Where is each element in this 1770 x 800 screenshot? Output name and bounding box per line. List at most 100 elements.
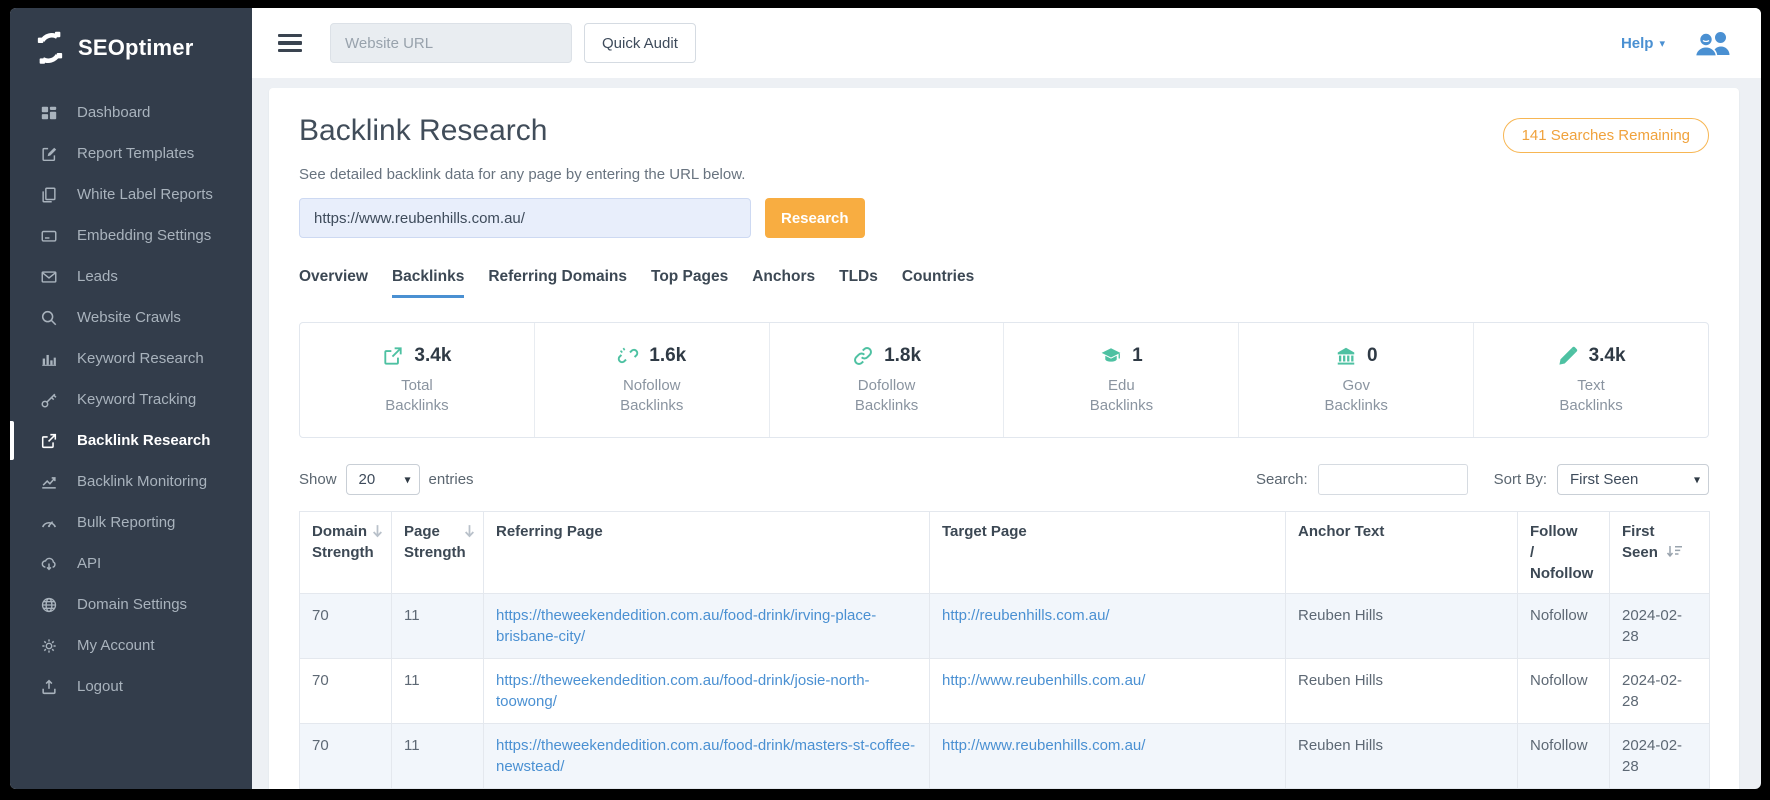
target-page-cell: http://www.reubenhills.com.au/ — [930, 724, 1286, 789]
help-menu[interactable]: Help ▾ — [1621, 35, 1665, 52]
cloud-download-icon — [40, 555, 58, 573]
sidebar-item-report-templates[interactable]: Report Templates — [10, 133, 252, 174]
column-header-domain-strength[interactable]: Domain Strength — [300, 512, 392, 594]
stat-value: 1.6k — [649, 345, 686, 367]
search-input[interactable] — [1318, 464, 1468, 495]
research-button[interactable]: Research — [765, 198, 865, 238]
table-row: 7011https://theweekendedition.com.au/foo… — [300, 594, 1710, 659]
tab-tlds[interactable]: TLDs — [839, 268, 878, 298]
sidebar-item-website-crawls[interactable]: Website Crawls — [10, 297, 252, 338]
table-row: 7011https://theweekendedition.com.au/foo… — [300, 724, 1710, 789]
sidebar-item-my-account[interactable]: My Account — [10, 625, 252, 666]
stat-label: EduBacklinks — [1090, 376, 1153, 416]
tabs: Overview Backlinks Referring Domains Top Pa… — [299, 268, 1709, 298]
sidebar-item-logout[interactable]: Logout — [10, 666, 252, 707]
domain-strength-cell: 70 — [300, 659, 392, 724]
table-controls: Show 20 entries Search: Sort By: First S — [299, 464, 1709, 495]
sidebar-item-keyword-tracking[interactable]: Keyword Tracking — [10, 379, 252, 420]
quick-audit-button[interactable]: Quick Audit — [584, 23, 696, 63]
entries-select[interactable]: 20 — [346, 464, 420, 495]
sort-down-icon[interactable] — [372, 523, 383, 536]
tab-overview[interactable]: Overview — [299, 268, 368, 298]
anchor-text-cell: Reuben Hills — [1286, 724, 1518, 789]
tab-backlinks[interactable]: Backlinks — [392, 268, 464, 298]
main-column: Quick Audit Help ▾ — [252, 8, 1761, 789]
follow-cell: Nofollow — [1518, 659, 1610, 724]
stat-value: 0 — [1367, 345, 1378, 367]
referring-page-cell: https://theweekendedition.com.au/food-dr… — [484, 594, 930, 659]
tab-top-pages[interactable]: Top Pages — [651, 268, 728, 298]
sort-select[interactable]: First Seen — [1557, 464, 1709, 495]
first-seen-cell: 2024-02-28 — [1610, 594, 1710, 659]
sortby-label: Sort By: — [1494, 471, 1547, 488]
stat-label: TextBacklinks — [1559, 376, 1622, 416]
sidebar-item-label: Keyword Research — [77, 350, 204, 367]
target-page-cell-link[interactable]: http://reubenhills.com.au/ — [942, 607, 1110, 624]
column-header-target-page[interactable]: Target Page — [930, 512, 1286, 594]
referring-page-cell-link[interactable]: https://theweekendedition.com.au/food-dr… — [496, 737, 915, 775]
search-icon — [40, 309, 58, 327]
column-header-follow-nofollow[interactable]: Follow / Nofollow — [1518, 512, 1610, 594]
sidebar-item-white-label-reports[interactable]: White Label Reports — [10, 174, 252, 215]
column-header-referring-page[interactable]: Referring Page — [484, 512, 930, 594]
sidebar-item-bulk-reporting[interactable]: Bulk Reporting — [10, 502, 252, 543]
hamburger-menu-icon[interactable] — [278, 34, 302, 53]
sidebar-item-leads[interactable]: Leads — [10, 256, 252, 297]
target-page-cell-link[interactable]: http://www.reubenhills.com.au/ — [942, 672, 1145, 689]
content-area: Backlink Research 141 Searches Remaining… — [252, 78, 1761, 789]
website-url-input[interactable] — [330, 23, 572, 63]
stat-dofollow: 1.8kDofollowBacklinks — [769, 323, 1004, 437]
sidebar-item-dashboard[interactable]: Dashboard — [10, 92, 252, 133]
column-header-first-seen[interactable]: First Seen — [1610, 512, 1710, 594]
link-icon — [852, 345, 874, 367]
account-users-icon[interactable] — [1693, 29, 1731, 57]
key-icon — [40, 391, 58, 409]
pencil-icon — [1557, 345, 1579, 367]
sidebar-item-api[interactable]: API — [10, 543, 252, 584]
tab-anchors[interactable]: Anchors — [752, 268, 815, 298]
sidebar-item-label: Dashboard — [77, 104, 150, 121]
sidebar-item-label: Keyword Tracking — [77, 391, 196, 408]
entries-label: entries — [429, 471, 474, 488]
target-page-cell-link[interactable]: http://www.reubenhills.com.au/ — [942, 737, 1145, 754]
column-header-label: Referring Page — [496, 523, 603, 540]
stat-label: DofollowBacklinks — [855, 376, 918, 416]
sidebar-item-label: Bulk Reporting — [77, 514, 175, 531]
brand-logo[interactable]: SEOptimer — [10, 16, 252, 80]
sidebar-item-backlink-research[interactable]: Backlink Research — [10, 420, 252, 461]
sidebar-item-embedding-settings[interactable]: Embedding Settings — [10, 215, 252, 256]
stat-label: TotalBacklinks — [385, 376, 448, 416]
table-row: 420https://gcb.today/au/gift-card-balanc… — [300, 789, 1710, 790]
tab-referring-domains[interactable]: Referring Domains — [488, 268, 627, 298]
sort-amount-icon[interactable] — [1666, 543, 1683, 556]
graduation-cap-icon — [1100, 345, 1122, 367]
sidebar-item-label: Logout — [77, 678, 123, 695]
sidebar: SEOptimer Dashboard Report Templates White… — [10, 8, 252, 789]
stat-label: GovBacklinks — [1325, 376, 1388, 416]
stat-total: 3.4kTotalBacklinks — [300, 323, 534, 437]
table-row: 7011https://theweekendedition.com.au/foo… — [300, 659, 1710, 724]
page-title: Backlink Research — [299, 114, 547, 148]
sidebar-item-backlink-monitoring[interactable]: Backlink Monitoring — [10, 461, 252, 502]
table-header-row: Domain Strength Page Strength Referring Pa… — [300, 512, 1710, 594]
referring-page-cell: https://theweekendedition.com.au/food-dr… — [484, 724, 930, 789]
column-header-label: First Seen — [1622, 523, 1658, 561]
referring-page-cell: https://theweekendedition.com.au/food-dr… — [484, 659, 930, 724]
referring-page-cell-link[interactable]: https://theweekendedition.com.au/food-dr… — [496, 672, 870, 710]
sidebar-item-domain-settings[interactable]: Domain Settings — [10, 584, 252, 625]
gear-icon — [40, 637, 58, 655]
external-link-icon — [382, 345, 404, 367]
sidebar-item-label: Domain Settings — [77, 596, 187, 613]
backlink-url-input[interactable] — [299, 198, 751, 238]
sidebar-item-label: Report Templates — [77, 145, 194, 162]
column-header-label: Page Strength — [404, 523, 466, 561]
column-header-label: Target Page — [942, 523, 1027, 540]
referring-page-cell-link[interactable]: https://theweekendedition.com.au/food-dr… — [496, 607, 876, 645]
sidebar-item-keyword-research[interactable]: Keyword Research — [10, 338, 252, 379]
globe-icon — [40, 596, 58, 614]
column-header-anchor-text[interactable]: Anchor Text — [1286, 512, 1518, 594]
column-header-page-strength[interactable]: Page Strength — [392, 512, 484, 594]
tab-countries[interactable]: Countries — [902, 268, 974, 298]
page-strength-cell: 11 — [392, 594, 484, 659]
sort-down-icon[interactable] — [464, 523, 475, 536]
